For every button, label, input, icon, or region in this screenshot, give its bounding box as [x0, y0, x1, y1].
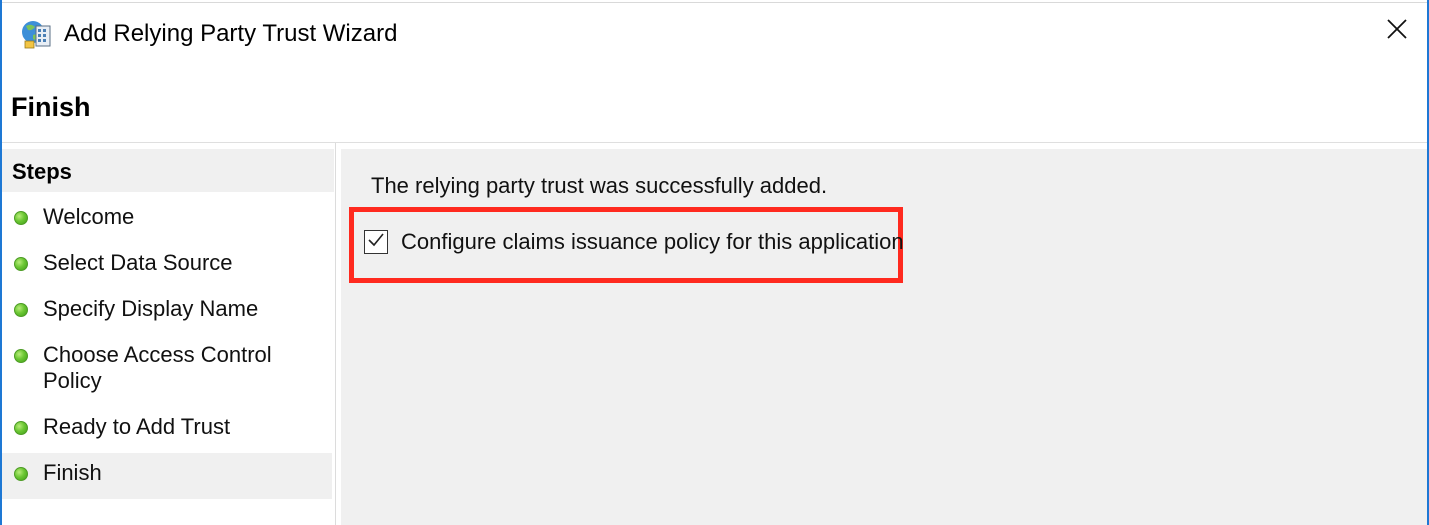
step-complete-icon: [14, 303, 28, 317]
checkmark-icon: [367, 231, 385, 254]
title-bar: Add Relying Party Trust Wizard: [2, 3, 1427, 59]
step-select-data-source: Select Data Source: [2, 250, 332, 276]
wizard-window: Add Relying Party Trust Wizard Finish St…: [0, 0, 1429, 525]
step-label: Select Data Source: [43, 250, 233, 275]
step-label: Finish: [43, 460, 102, 485]
step-specify-display-name: Specify Display Name: [2, 296, 332, 322]
page-title: Finish: [11, 92, 91, 122]
step-label-line1: Choose Access Control: [43, 342, 272, 367]
close-icon: [1386, 18, 1408, 45]
step-ready-to-add-trust: Ready to Add Trust: [2, 414, 332, 440]
steps-panel: Steps Welcome Select Data Source Specify…: [2, 143, 336, 525]
step-choose-access-control-policy: Choose Access Control Policy: [2, 342, 332, 394]
close-button[interactable]: [1367, 3, 1427, 59]
step-complete-icon: [14, 211, 28, 225]
steps-heading-bar: Steps: [2, 149, 334, 192]
step-label: Ready to Add Trust: [43, 414, 231, 439]
step-complete-icon: [14, 467, 28, 481]
window-title: Add Relying Party Trust Wizard: [64, 20, 398, 47]
step-finish: Finish: [2, 453, 332, 499]
adfs-trust-icon: [20, 17, 54, 51]
step-complete-icon: [14, 257, 28, 271]
step-welcome: Welcome: [2, 204, 332, 230]
step-label: Specify Display Name: [43, 296, 259, 321]
page-header: Finish: [2, 59, 1427, 143]
configure-claims-checkbox[interactable]: [364, 230, 388, 254]
step-complete-icon: [14, 421, 28, 435]
step-complete-icon: [14, 349, 28, 363]
success-message: The relying party trust was successfully…: [371, 173, 828, 198]
configure-claims-checkbox-row[interactable]: Configure claims issuance policy for thi…: [364, 229, 904, 255]
step-label-line2: Policy: [43, 368, 102, 393]
configure-claims-label: Configure claims issuance policy for thi…: [401, 229, 904, 254]
step-label: Welcome: [43, 204, 135, 229]
steps-heading: Steps: [12, 159, 72, 184]
main-content: The relying party trust was successfully…: [341, 149, 1427, 525]
